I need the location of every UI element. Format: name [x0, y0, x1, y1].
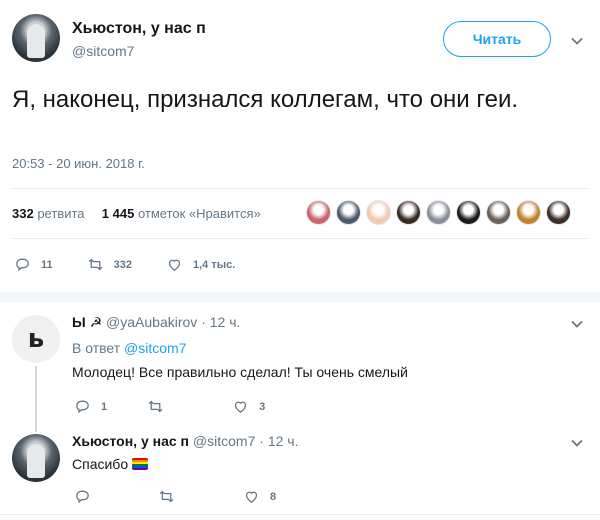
- like-count: 8: [270, 490, 277, 503]
- author-name[interactable]: Хьюстон, у нас п: [72, 20, 206, 38]
- reply-author-avatar[interactable]: [12, 434, 60, 482]
- tweet-stats: 332 ретвита 1 445 отметок «Нравится»: [12, 206, 261, 221]
- like-button[interactable]: 3: [232, 398, 265, 415]
- liker-avatar[interactable]: [396, 200, 421, 225]
- like-count: 1,4 тыс.: [193, 258, 236, 271]
- reply-button[interactable]: 11: [14, 256, 53, 273]
- retweet-button[interactable]: [147, 398, 174, 415]
- reply-to-handle[interactable]: @sitcom7: [124, 340, 186, 356]
- liker-avatar[interactable]: [516, 200, 541, 225]
- reply-time[interactable]: 12 ч.: [268, 433, 299, 449]
- like-icon: [245, 491, 258, 503]
- reply-author-avatar[interactable]: ь: [12, 315, 60, 363]
- liker-avatar[interactable]: [486, 200, 511, 225]
- reply-icon: [16, 258, 29, 272]
- chevron-down-icon[interactable]: [569, 33, 585, 49]
- retweets-label[interactable]: ретвита: [37, 206, 84, 221]
- author-avatar[interactable]: [12, 14, 60, 62]
- likes-count[interactable]: 1 445: [102, 206, 135, 221]
- divider: [12, 238, 588, 239]
- reply-button[interactable]: 1: [74, 398, 107, 415]
- reply-author-name[interactable]: Хьюстон, у нас п: [72, 433, 189, 449]
- reply-icon: [76, 400, 89, 414]
- tweet-actions: 11 332 1,4 тыс.: [14, 256, 269, 273]
- likers-avatars: [306, 200, 576, 225]
- retweets-count[interactable]: 332: [12, 206, 34, 221]
- reply-text-line: Спасибо: [72, 456, 149, 472]
- reply-count: 11: [41, 258, 53, 271]
- retweet-button[interactable]: [158, 488, 185, 505]
- thread-line: [35, 366, 37, 432]
- like-icon: [235, 401, 247, 413]
- likes-label[interactable]: отметок «Нравится»: [138, 206, 261, 221]
- liker-avatar[interactable]: [456, 200, 481, 225]
- chevron-down-icon[interactable]: [569, 316, 585, 332]
- retweet-button[interactable]: 332: [87, 256, 132, 273]
- divider: [0, 514, 600, 515]
- like-button[interactable]: 1,4 тыс.: [166, 256, 235, 273]
- reply-author-handle[interactable]: @sitcom7: [193, 433, 255, 449]
- retweet-count: 332: [113, 258, 132, 271]
- author-handle[interactable]: @sitcom7: [72, 43, 134, 59]
- tweet-text: Я, наконец, признался коллегам, что они …: [12, 86, 519, 113]
- retweet-icon: [159, 490, 174, 503]
- liker-avatar[interactable]: [426, 200, 451, 225]
- liker-avatar[interactable]: [336, 200, 361, 225]
- follow-button[interactable]: Читать: [443, 21, 551, 57]
- reply-header: Ы ☭ @yaAubakirov · 12 ч.: [72, 314, 241, 330]
- divider: [12, 188, 588, 189]
- reply-actions: 8: [74, 488, 310, 505]
- like-count: 3: [259, 400, 266, 413]
- tweet-timestamp[interactable]: 20:53 - 20 июн. 2018 г.: [12, 156, 145, 171]
- reply-icon: [76, 490, 89, 504]
- section-separator: [0, 292, 600, 302]
- chevron-down-icon[interactable]: [569, 435, 585, 451]
- reply-to-prefix: В ответ: [72, 340, 121, 356]
- reply-button[interactable]: [74, 488, 101, 505]
- reply-author-handle[interactable]: @yaAubakirov: [106, 314, 197, 330]
- rainbow-flag-icon: [132, 458, 149, 470]
- reply-count: 1: [101, 400, 108, 413]
- reply-author-name[interactable]: Ы ☭: [72, 314, 102, 330]
- reply-text: Спасибо: [72, 456, 129, 472]
- reply-to-line: В ответ @sitcom7: [72, 340, 186, 356]
- liker-avatar[interactable]: [306, 200, 331, 225]
- reply-time[interactable]: 12 ч.: [210, 314, 241, 330]
- reply-actions: 1 3: [74, 398, 299, 415]
- liker-avatar[interactable]: [546, 200, 571, 225]
- like-icon: [168, 259, 181, 271]
- reply-header: Хьюстон, у нас п @sitcom7 · 12 ч.: [72, 433, 299, 449]
- reply-text: Молодец! Все правильно сделал! Ты очень …: [72, 364, 408, 380]
- retweet-icon: [148, 400, 163, 413]
- retweet-icon: [88, 258, 102, 271]
- liker-avatar[interactable]: [366, 200, 391, 225]
- like-button[interactable]: 8: [243, 488, 276, 505]
